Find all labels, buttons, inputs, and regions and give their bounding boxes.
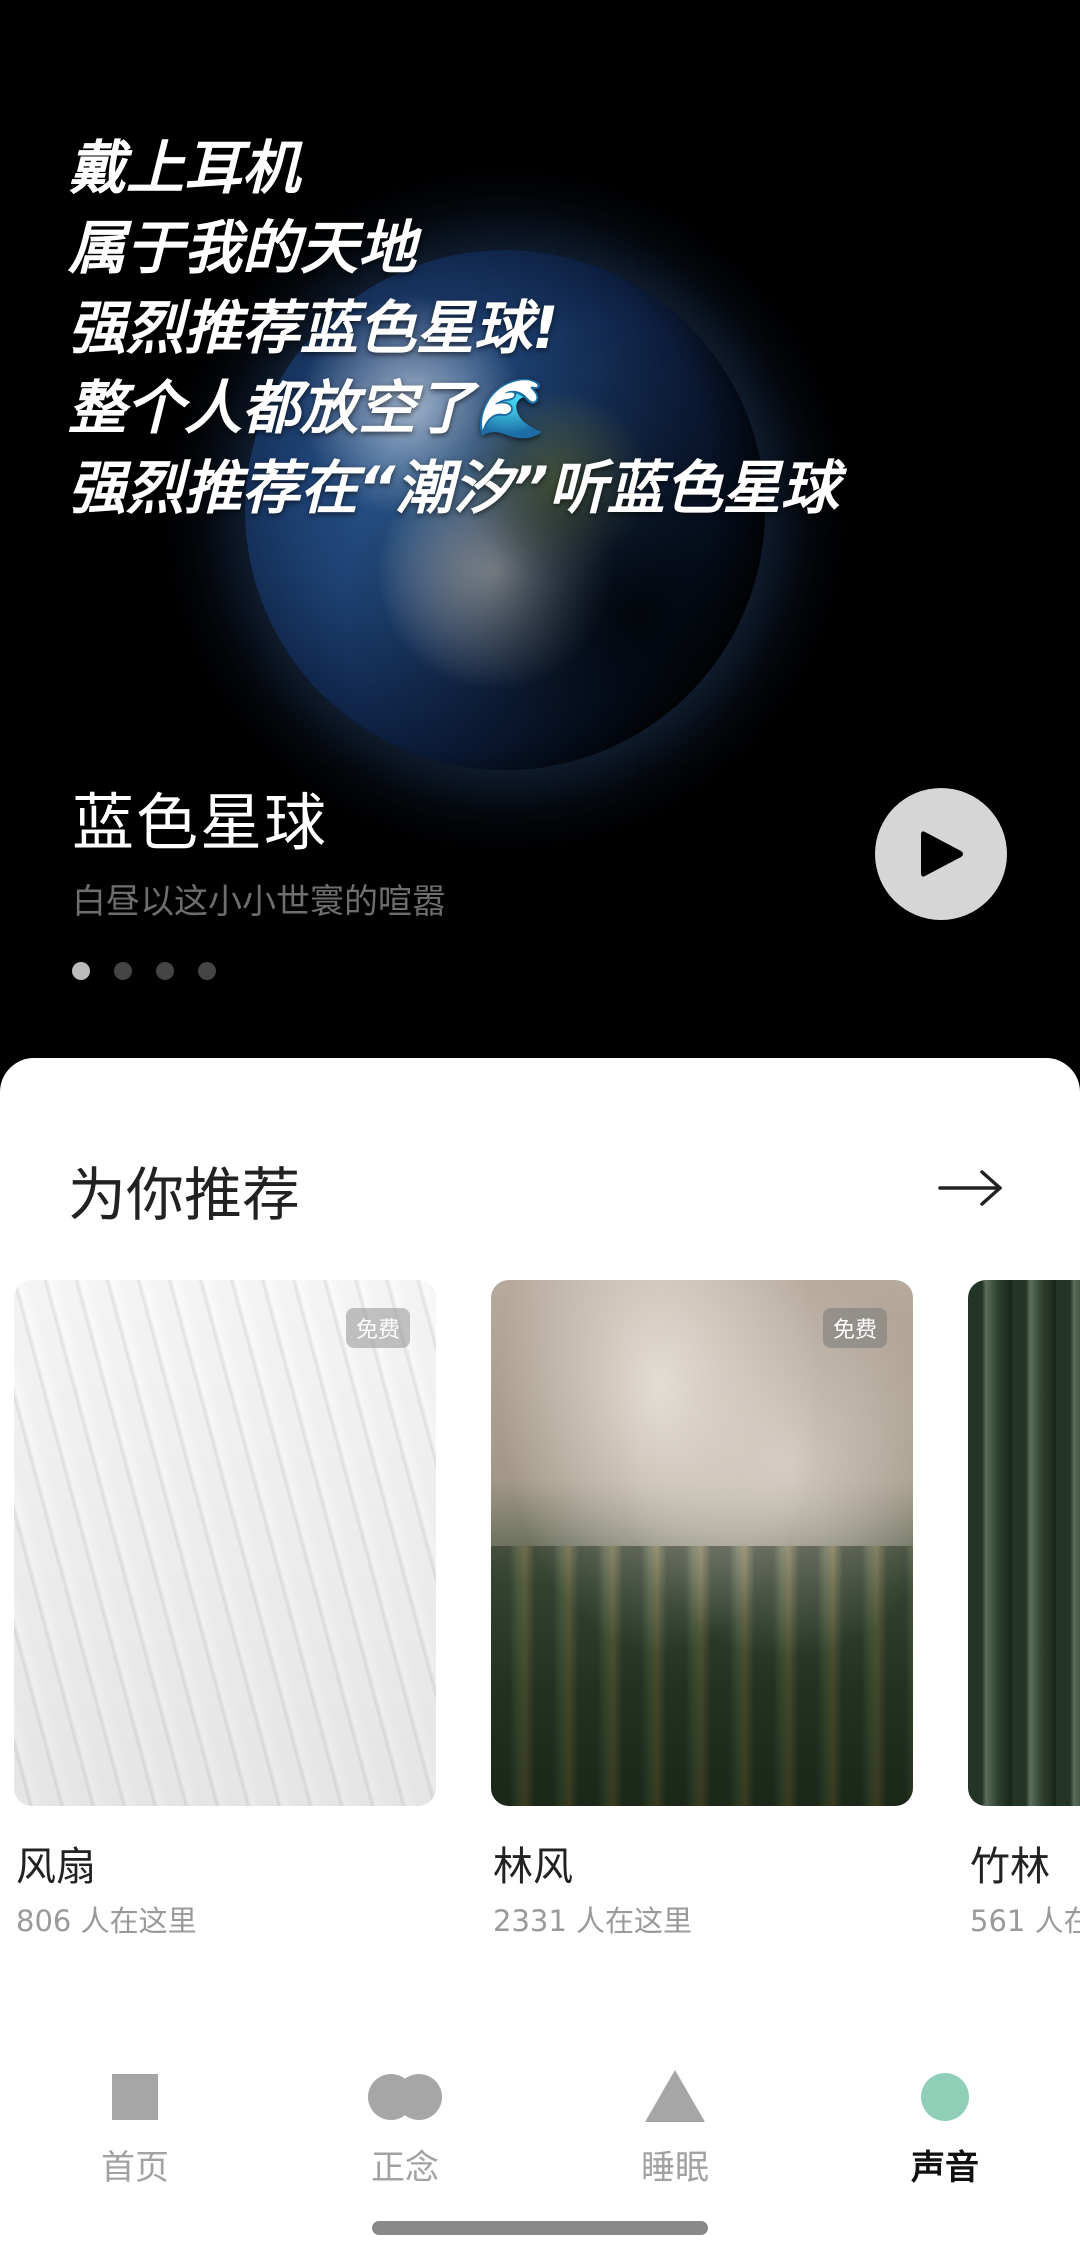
carousel-dot[interactable] [72, 962, 90, 980]
double-circle-icon [368, 2066, 442, 2126]
app-screen: 戴上耳机 属于我的天地 强烈推荐蓝色星球! 整个人都放空了🌊 强烈推荐在“潮汐”… [0, 0, 1080, 2256]
tab-sleep[interactable]: 睡眠 [575, 2066, 775, 2189]
card-image [968, 1280, 1080, 1806]
hero-quote-line: 戴上耳机 [68, 134, 301, 202]
play-icon [921, 831, 963, 877]
home-indicator[interactable] [372, 2221, 708, 2235]
tab-mindfulness[interactable]: 正念 [305, 2066, 505, 2189]
tab-label: 睡眠 [641, 2148, 709, 2188]
hero-quote-line: 强烈推荐在“潮汐”听蓝色星球 [68, 454, 839, 522]
card-title: 林风 [493, 1844, 573, 1890]
card-listener-count: 561 人在这里 [970, 1904, 1080, 1938]
sound-card-bamboo[interactable]: 竹林 561 人在这里 [968, 1280, 1080, 1938]
hero-quote: 戴上耳机 属于我的天地 强烈推荐蓝色星球! 整个人都放空了🌊 强烈推荐在“潮汐”… [68, 128, 1028, 528]
tab-label: 声音 [911, 2148, 979, 2188]
card-title: 竹林 [970, 1844, 1050, 1890]
arrow-right-icon[interactable] [938, 1168, 1004, 1208]
hero-quote-line: 整个人都放空了🌊 [68, 374, 547, 442]
tab-sound[interactable]: 声音 [845, 2066, 1045, 2189]
card-listener-count: 2331 人在这里 [493, 1904, 693, 1938]
card-title: 风扇 [16, 1844, 96, 1890]
hero-banner[interactable]: 戴上耳机 属于我的天地 强烈推荐蓝色星球! 整个人都放空了🌊 强烈推荐在“潮汐”… [0, 0, 1080, 1080]
circle-icon [921, 2066, 969, 2126]
hero-subtitle: 白昼以这小小世寰的喧嚣 [72, 882, 446, 922]
free-badge: 免费 [822, 1308, 887, 1348]
hero-quote-line: 强烈推荐蓝色星球! [68, 294, 559, 362]
tab-home[interactable]: 首页 [35, 2066, 235, 2189]
sound-card-fan[interactable]: 免费 风扇 806 人在这里 [14, 1280, 436, 1938]
tab-label: 首页 [101, 2148, 169, 2188]
triangle-icon [645, 2066, 705, 2126]
recommend-carousel[interactable]: 免费 风扇 806 人在这里 免费 林风 2331 人在这里 竹林 561 人在… [14, 1280, 1080, 1980]
sound-card-forest-wind[interactable]: 免费 林风 2331 人在这里 [491, 1280, 913, 1938]
section-title: 为你推荐 [68, 1161, 301, 1229]
card-image: 免费 [491, 1280, 913, 1806]
square-icon [112, 2066, 158, 2126]
tab-label: 正念 [371, 2148, 439, 2188]
carousel-dot[interactable] [156, 962, 174, 980]
play-button[interactable] [875, 788, 1007, 920]
hero-quote-line: 属于我的天地 [68, 214, 417, 282]
card-image: 免费 [14, 1280, 436, 1806]
card-listener-count: 806 人在这里 [16, 1904, 197, 1938]
carousel-dot[interactable] [114, 962, 132, 980]
carousel-dot[interactable] [198, 962, 216, 980]
hero-title: 蓝色星球 [72, 786, 329, 859]
carousel-indicator [72, 962, 216, 980]
free-badge: 免费 [345, 1308, 410, 1348]
